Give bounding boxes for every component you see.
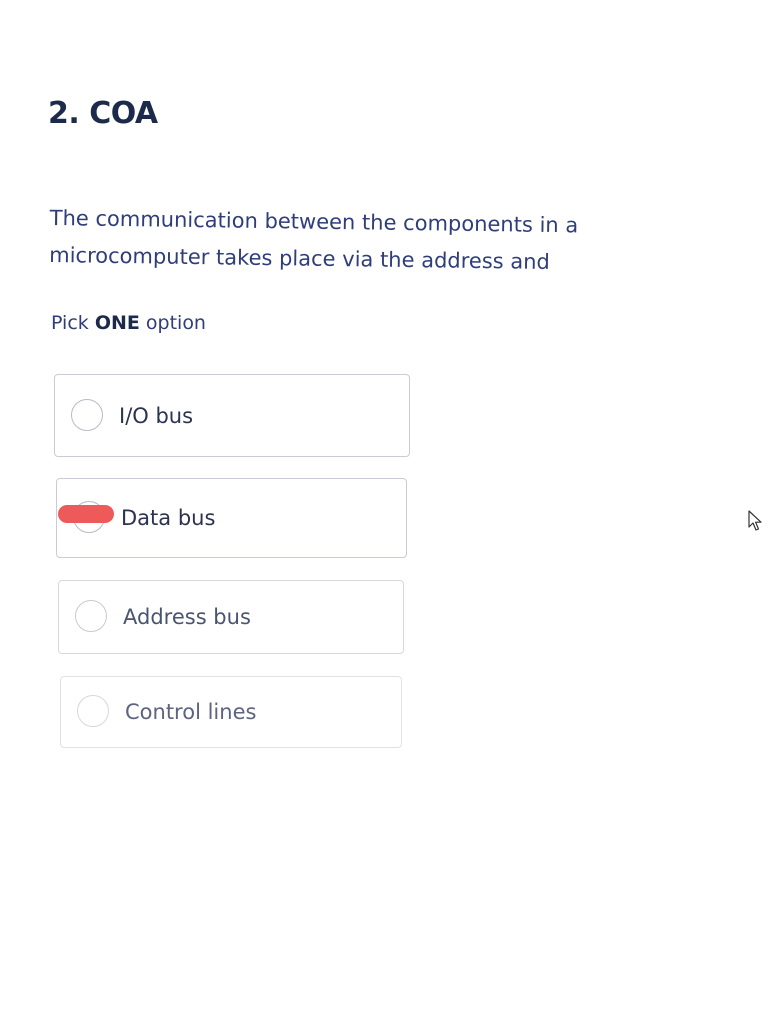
radio-circle-icon[interactable] [77, 695, 109, 727]
radio-circle-icon[interactable] [75, 600, 107, 632]
option-label: Control lines [125, 700, 257, 724]
option-control-lines[interactable]: Control lines [60, 676, 402, 748]
option-label: I/O bus [119, 403, 194, 428]
instruction-bold: ONE [94, 312, 140, 334]
highlight-mark [58, 505, 114, 523]
instruction-text: Pick ONE option [51, 312, 206, 334]
question-text: The communication between the components… [49, 205, 579, 274]
question-page: 2. COA The communication between the com… [0, 0, 768, 1024]
question-title: 2. COA [48, 96, 158, 131]
instruction-suffix: option [139, 312, 206, 334]
radio-circle-icon[interactable] [71, 398, 103, 431]
mouse-pointer-icon [748, 510, 762, 531]
option-address-bus[interactable]: Address bus [58, 580, 404, 654]
option-label: Address bus [123, 605, 251, 629]
option-label: Data bus [121, 506, 216, 530]
option-io-bus[interactable]: I/O bus [54, 374, 410, 457]
instruction-prefix: Pick [51, 312, 95, 334]
